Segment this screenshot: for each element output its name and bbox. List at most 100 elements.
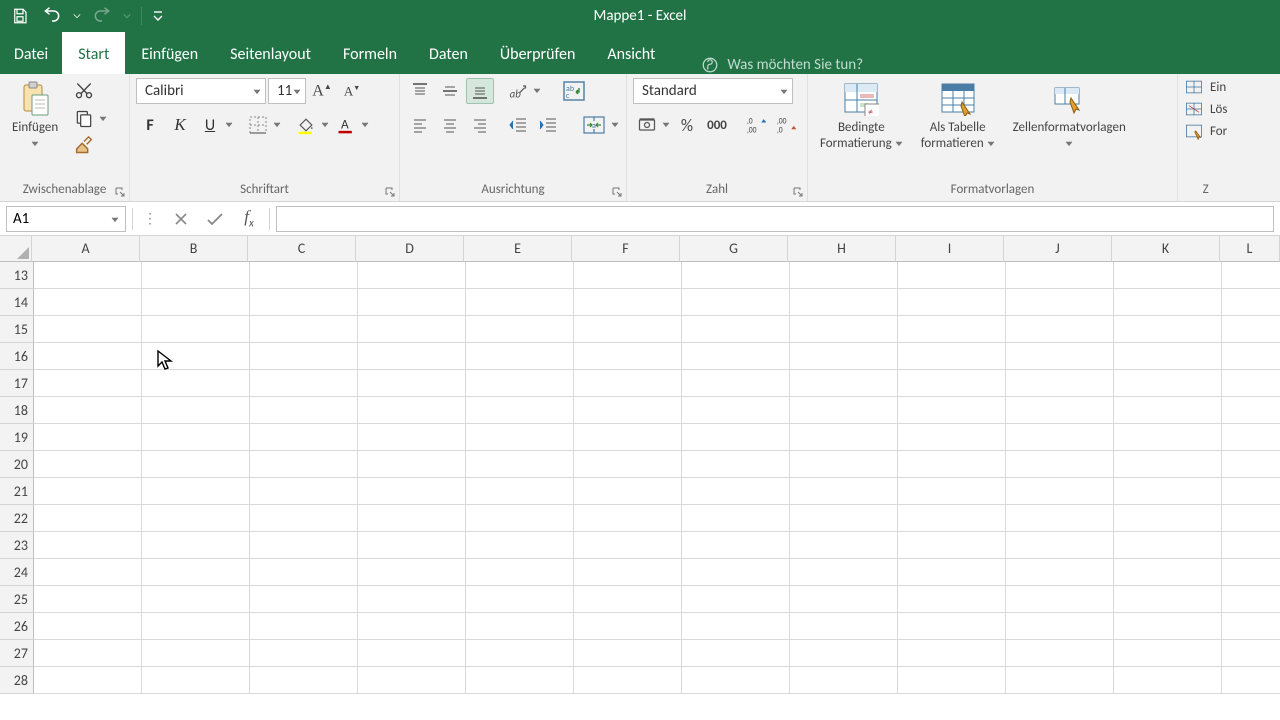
cell[interactable] [358, 397, 466, 424]
cell[interactable] [1006, 613, 1114, 640]
merge-dropdown[interactable] [610, 112, 620, 138]
cell[interactable] [142, 262, 250, 289]
cell[interactable] [142, 289, 250, 316]
accounting-format-button[interactable] [633, 112, 661, 138]
increase-decimal-button[interactable]: ,0,00 [743, 112, 771, 138]
row-header[interactable]: 22 [0, 505, 34, 532]
cell[interactable] [358, 316, 466, 343]
fill-color-button[interactable] [292, 112, 320, 138]
align-right-button[interactable] [466, 112, 494, 138]
cell[interactable] [358, 478, 466, 505]
cell[interactable] [790, 640, 898, 667]
column-header[interactable]: C [248, 236, 356, 262]
cell[interactable] [34, 370, 142, 397]
tab-data[interactable]: Daten [413, 32, 484, 74]
cell[interactable] [250, 451, 358, 478]
cell[interactable] [1114, 424, 1222, 451]
cell[interactable] [466, 586, 574, 613]
cell[interactable] [250, 667, 358, 694]
cell[interactable] [250, 397, 358, 424]
align-center-button[interactable] [436, 112, 464, 138]
cell[interactable] [682, 424, 790, 451]
cell[interactable] [898, 667, 1006, 694]
cell[interactable] [34, 613, 142, 640]
cell[interactable] [898, 640, 1006, 667]
column-header[interactable]: G [680, 236, 788, 262]
cell[interactable] [250, 532, 358, 559]
cell[interactable] [1114, 613, 1222, 640]
cell[interactable] [1222, 370, 1280, 397]
cell[interactable] [34, 505, 142, 532]
insert-function-button[interactable]: fx [235, 206, 263, 232]
conditional-formatting-button[interactable]: ≠ Bedingte Formatierung [814, 78, 909, 155]
cell[interactable] [790, 451, 898, 478]
copy-dropdown[interactable] [98, 106, 108, 132]
cell[interactable] [250, 289, 358, 316]
cell[interactable] [1222, 478, 1280, 505]
align-bottom-button[interactable] [466, 78, 494, 104]
cell[interactable] [574, 343, 682, 370]
borders-button[interactable] [244, 112, 272, 138]
cell[interactable] [790, 424, 898, 451]
cell[interactable] [466, 451, 574, 478]
wrap-text-button[interactable]: abc [558, 78, 590, 104]
enter-formula-button[interactable] [201, 206, 229, 232]
cell[interactable] [898, 586, 1006, 613]
cells-area[interactable] [34, 262, 1280, 694]
cell[interactable] [250, 262, 358, 289]
cell[interactable] [1222, 424, 1280, 451]
clipboard-dialog-launcher[interactable] [113, 185, 127, 199]
column-header[interactable]: D [356, 236, 464, 262]
cell[interactable] [250, 343, 358, 370]
cell[interactable] [358, 505, 466, 532]
cell[interactable] [898, 559, 1006, 586]
cell[interactable] [574, 667, 682, 694]
cell[interactable] [1222, 316, 1280, 343]
cell[interactable] [898, 505, 1006, 532]
cell[interactable] [682, 532, 790, 559]
cell[interactable] [1222, 559, 1280, 586]
cell[interactable] [1006, 451, 1114, 478]
cell[interactable] [1222, 667, 1280, 694]
cell[interactable] [1222, 505, 1280, 532]
cell[interactable] [898, 316, 1006, 343]
font-color-button[interactable]: A [332, 112, 360, 138]
cell[interactable] [1222, 262, 1280, 289]
cell[interactable] [466, 343, 574, 370]
decrease-indent-button[interactable] [504, 112, 532, 138]
cell[interactable] [1114, 559, 1222, 586]
cell[interactable] [898, 613, 1006, 640]
cell[interactable] [466, 559, 574, 586]
cut-button[interactable] [70, 78, 98, 104]
cell[interactable] [574, 478, 682, 505]
row-header[interactable]: 28 [0, 667, 34, 694]
cell[interactable] [142, 451, 250, 478]
align-top-button[interactable] [406, 78, 434, 104]
row-header[interactable]: 18 [0, 397, 34, 424]
cancel-formula-button[interactable] [167, 206, 195, 232]
column-header[interactable]: E [464, 236, 572, 262]
cell[interactable] [142, 667, 250, 694]
cell[interactable] [34, 478, 142, 505]
column-header[interactable]: A [32, 236, 140, 262]
cell[interactable] [1114, 316, 1222, 343]
cell[interactable] [142, 586, 250, 613]
cell[interactable] [1222, 289, 1280, 316]
cell[interactable] [1114, 262, 1222, 289]
cell[interactable] [358, 667, 466, 694]
column-header[interactable]: B [140, 236, 248, 262]
percent-button[interactable]: % [673, 112, 701, 138]
orientation-button[interactable]: ab [504, 78, 532, 104]
cell[interactable] [1222, 343, 1280, 370]
cell[interactable] [790, 262, 898, 289]
cell[interactable] [574, 262, 682, 289]
accounting-dropdown[interactable] [661, 112, 671, 138]
cell[interactable] [574, 451, 682, 478]
increase-font-button[interactable]: A▲ [308, 78, 336, 104]
cell[interactable] [1114, 586, 1222, 613]
cell[interactable] [574, 613, 682, 640]
cell[interactable] [250, 478, 358, 505]
cell[interactable] [466, 478, 574, 505]
cell[interactable] [1114, 640, 1222, 667]
cell[interactable] [790, 613, 898, 640]
